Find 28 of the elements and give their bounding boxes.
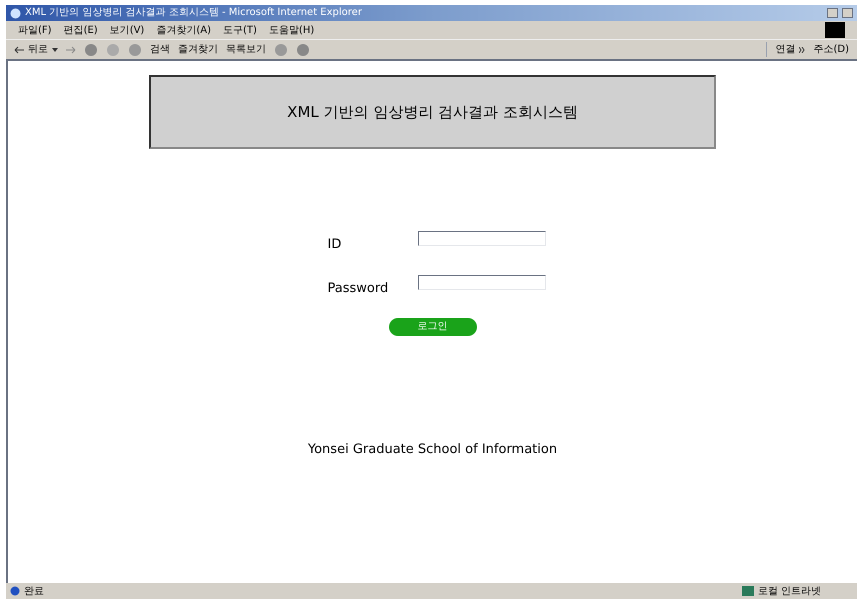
minimize-button[interactable] (827, 8, 838, 18)
menu-item[interactable]: 보기(V) (110, 22, 144, 38)
menu-item[interactable]: 즐겨찾기(A) (156, 22, 211, 38)
menu-item[interactable]: 도움말(H) (268, 22, 314, 38)
back-arrow-icon (14, 46, 24, 54)
header-title: XML 기반의 임상병리 검사결과 조회시스템 (287, 102, 578, 123)
input-field[interactable] (418, 231, 546, 246)
maximize-button[interactable] (842, 8, 853, 18)
input-field[interactable] (418, 274, 546, 290)
field-label: Password (328, 280, 390, 298)
zone-text: 로컬 인트라넷 (758, 584, 822, 598)
links-button[interactable]: 연결 (766, 42, 806, 57)
footer-text: Yonsei Graduate School of Information (308, 441, 558, 459)
favorites-button[interactable]: 즐겨찾기 (178, 42, 218, 57)
search-button[interactable]: 검색 (150, 42, 170, 57)
address-label: 주소(D) (813, 43, 849, 57)
menu-item[interactable]: 파일(F) (18, 22, 52, 38)
menu-item[interactable]: 도구(T) (223, 22, 257, 38)
status-text: 완료 (24, 584, 44, 598)
forward-arrow-icon[interactable] (66, 46, 76, 54)
back-button[interactable]: 뒤로 (14, 42, 58, 57)
caret-icon (52, 48, 58, 52)
history-button[interactable]: 목록보기 (226, 42, 266, 57)
windows-logo (825, 22, 845, 38)
chevron-icon (799, 46, 806, 52)
menu-item[interactable]: 편집(E) (64, 22, 98, 38)
field-label: ID (328, 236, 342, 254)
window-title: XML 기반의 임상병리 검사결과 조회시스템 - Microsoft Internet Explorer (25, 8, 362, 18)
